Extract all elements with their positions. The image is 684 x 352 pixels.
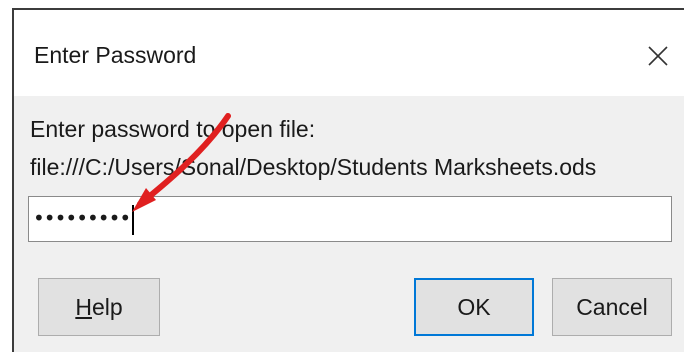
password-input[interactable]: ••••••••• [28, 196, 672, 242]
close-button[interactable] [638, 36, 678, 76]
dialog-title: Enter Password [34, 42, 197, 68]
password-dialog: Enter Password Enter password to open fi… [12, 8, 684, 352]
ok-button[interactable]: OK [414, 278, 534, 336]
file-path: file:///C:/Users/Sonal/Desktop/Students … [30, 154, 597, 180]
ok-label: OK [457, 293, 491, 320]
help-button[interactable]: Help [38, 278, 160, 336]
close-icon [648, 46, 668, 66]
help-label: elp [91, 293, 123, 320]
help-mnemonic: H [75, 293, 92, 320]
text-caret [132, 204, 135, 235]
password-value: ••••••••• [33, 203, 135, 235]
cancel-label: Cancel [576, 293, 648, 320]
password-prompt: Enter password to open file: [30, 116, 316, 142]
title-bar: Enter Password [14, 10, 684, 96]
cancel-button[interactable]: Cancel [552, 278, 672, 336]
password-mask: ••••••••• [33, 206, 131, 230]
